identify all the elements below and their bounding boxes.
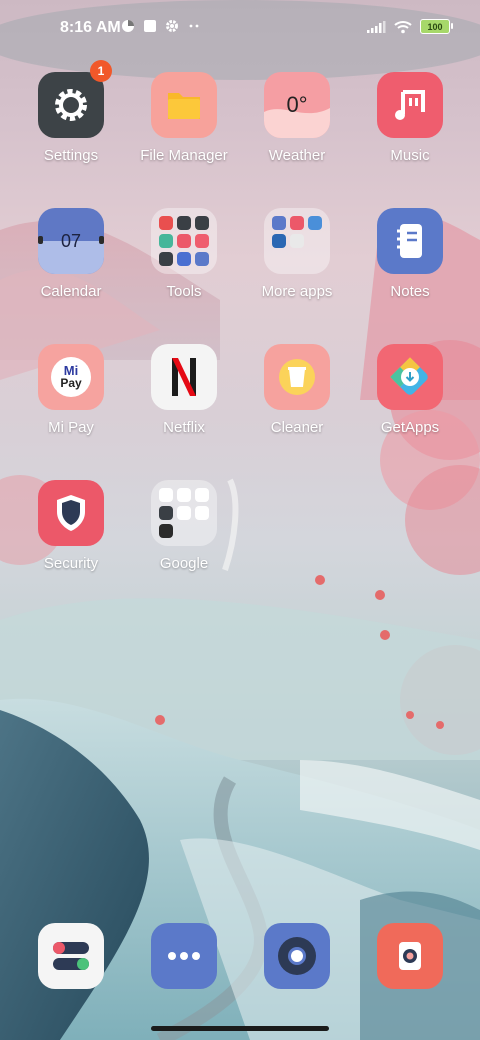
dock-browser[interactable] (264, 923, 330, 989)
app-label: Netflix (163, 419, 205, 436)
battery-level: 100 (427, 21, 443, 32)
folder-google[interactable]: Google (129, 480, 239, 600)
weather-temp: 0° (286, 92, 308, 117)
folder-tools[interactable]: Tools (129, 208, 239, 328)
dock-phone[interactable] (38, 923, 104, 989)
status-icons-left (121, 19, 201, 33)
app-music[interactable]: Music (355, 72, 465, 192)
browser-icon (278, 937, 316, 975)
dock-camera[interactable] (377, 923, 443, 989)
app-label: Weather (268, 147, 326, 164)
status-bar: 8:16 AM 100 (0, 0, 480, 56)
app-label: GetApps (380, 419, 440, 436)
folder-icon (151, 72, 217, 138)
music-note-icon (377, 72, 443, 138)
folder-label: Google (159, 555, 209, 572)
app-file-manager[interactable]: File Manager (129, 72, 239, 192)
mi-pay-brand-bottom: Pay (60, 376, 82, 390)
folder-more-apps-icon (264, 208, 330, 274)
phone-toggle-icon (53, 942, 89, 970)
home-indicator[interactable] (151, 1026, 329, 1031)
folder-more-apps[interactable]: More apps (242, 208, 352, 328)
folder-label: Tools (166, 283, 202, 300)
square-notification-icon (144, 20, 156, 32)
clock: 8:16 AM (60, 19, 121, 36)
weather-icon: 0° (264, 72, 330, 138)
calendar-date: 07 (60, 231, 82, 251)
notebook-icon (377, 208, 443, 274)
settings-gear-icon (38, 72, 104, 138)
folder-google-icon (151, 480, 217, 546)
app-notes[interactable]: Notes (355, 208, 465, 328)
app-label: Notes (390, 283, 430, 300)
app-label: Security (43, 555, 99, 572)
mi-pay-icon: Mi Pay (38, 344, 104, 410)
app-calendar[interactable]: 07 Calendar (16, 208, 126, 328)
notification-badge: 1 (90, 60, 112, 82)
app-label: Mi Pay (48, 419, 94, 436)
app-label: Settings (43, 147, 99, 164)
folder-label: More apps (261, 283, 333, 300)
more-dots-icon (189, 24, 199, 28)
app-netflix[interactable]: Netflix (129, 344, 239, 464)
dock-messaging[interactable] (151, 923, 217, 989)
data-saver-icon (122, 20, 134, 32)
app-weather[interactable]: 0° Weather (242, 72, 352, 192)
app-label: Cleaner (270, 419, 324, 436)
status-icons-right: 100 (366, 19, 453, 34)
app-security[interactable]: Security (16, 480, 126, 600)
app-settings[interactable]: 1 Settings (16, 60, 126, 192)
calendar-icon: 07 (38, 208, 104, 274)
signal-icon (367, 20, 386, 33)
camera-icon (399, 942, 421, 970)
messaging-dots-icon (168, 952, 200, 960)
battery-icon: 100 (420, 19, 453, 34)
app-label: File Manager (140, 147, 228, 164)
app-mi-pay[interactable]: Mi Pay Mi Pay (16, 344, 126, 464)
app-getapps[interactable]: GetApps (355, 344, 465, 464)
getapps-icon (377, 344, 443, 410)
netflix-n-icon (151, 344, 217, 410)
app-label: Calendar (40, 283, 102, 300)
app-cleaner[interactable]: Cleaner (242, 344, 352, 464)
wifi-icon (394, 20, 412, 33)
folder-tools-icon (151, 208, 217, 274)
app-label: Music (390, 147, 430, 164)
gear-icon (166, 20, 178, 32)
trash-cup-icon (264, 344, 330, 410)
shield-icon (38, 480, 104, 546)
